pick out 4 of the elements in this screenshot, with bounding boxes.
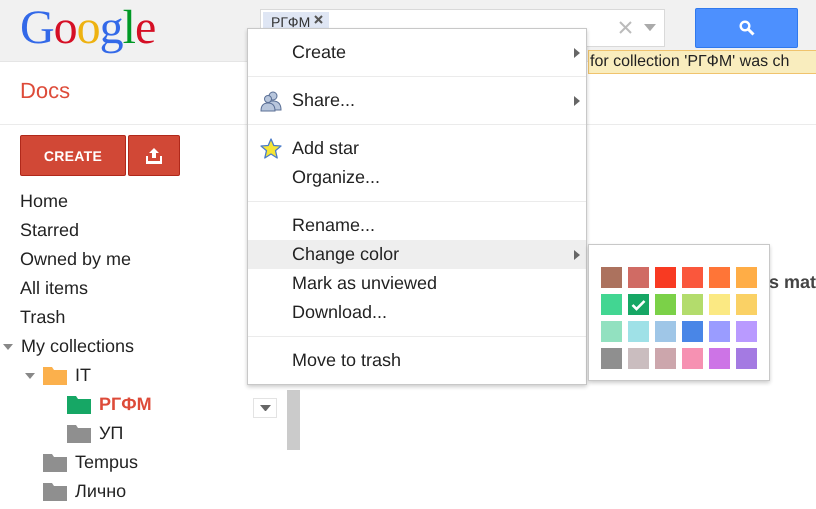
app-title: Docs bbox=[20, 78, 70, 104]
heading-text: s mat bbox=[768, 272, 816, 293]
google-logo: Google bbox=[19, 4, 156, 52]
notification-bar: for collection 'РГФМ' was ch bbox=[588, 50, 816, 74]
